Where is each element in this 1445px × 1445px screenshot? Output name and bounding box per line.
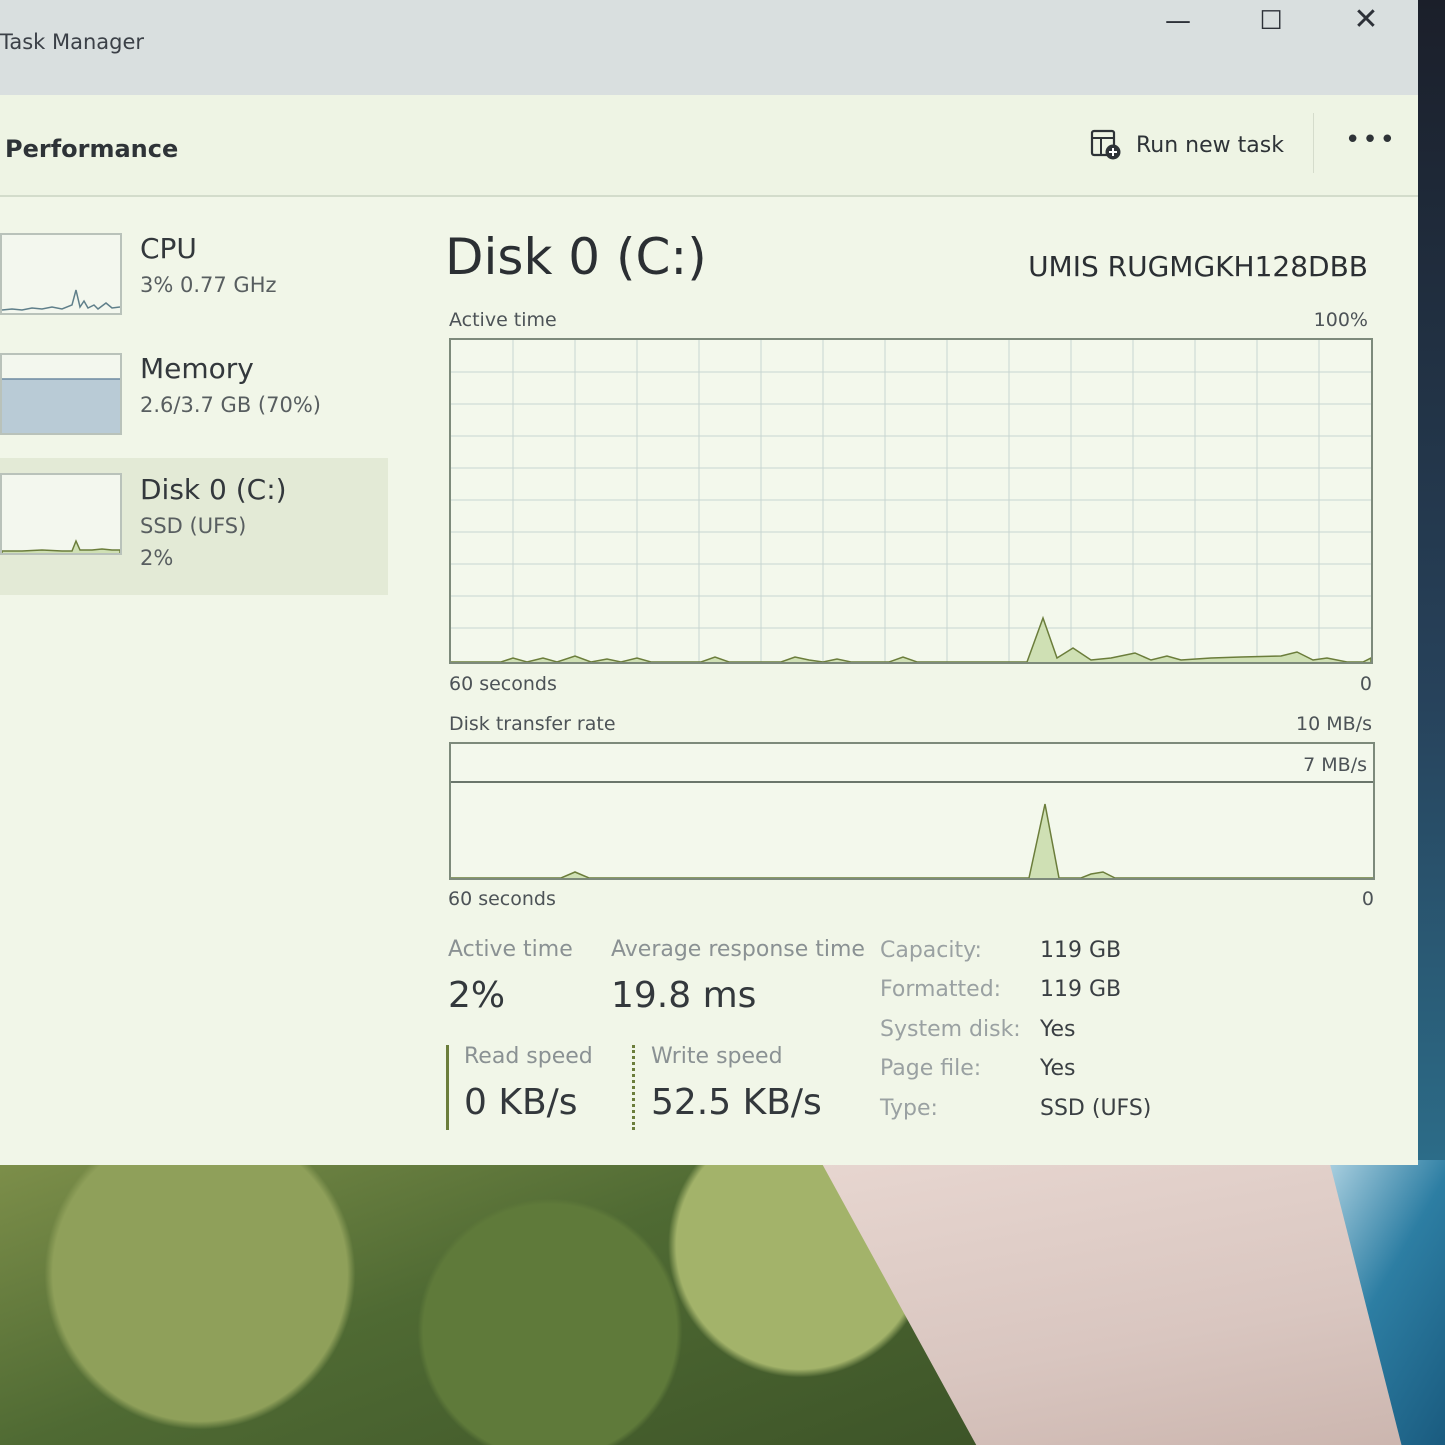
task-manager-window: Task Manager — ☐ ✕ Performance Run new t… (0, 0, 1418, 1165)
transfer-rate-line-label: 7 MB/s (1303, 754, 1367, 776)
disk-model: UMIS RUGMGKH128DBB (1028, 250, 1368, 283)
transfer-rate-graph: 7 MB/s (449, 742, 1375, 880)
type-value: SSD (UFS) (1040, 1096, 1152, 1121)
run-new-task-label: Run new task (1136, 132, 1284, 158)
sidebar-item-disk0[interactable]: Disk 0 (C:) SSD (UFS) 2% (0, 458, 388, 595)
active-time-value: 2% (448, 975, 506, 1016)
cpu-thumbnail-graph (0, 233, 122, 315)
disk-thumbnail-graph (0, 473, 122, 555)
avg-response-time-label: Average response time (611, 937, 865, 962)
capacity-value: 119 GB (1040, 938, 1122, 963)
read-speed-indicator (446, 1045, 449, 1130)
transfer-rate-graph-max: 10 MB/s (1296, 713, 1372, 735)
write-speed-label: Write speed (651, 1044, 783, 1069)
write-speed-indicator (632, 1045, 635, 1130)
read-speed-label: Read speed (464, 1044, 593, 1069)
transfer-rate-graph-span: 60 seconds (448, 888, 556, 910)
active-time-graph-max: 100% (1313, 309, 1368, 331)
sidebar-disk-type: SSD (UFS) (140, 514, 247, 538)
background-window-edge (1418, 0, 1445, 1160)
sidebar-memory-detail: 2.6/3.7 GB (70%) (140, 393, 321, 417)
transfer-rate-graph-min: 0 (1361, 888, 1374, 910)
capacity-label: Capacity: (880, 938, 982, 963)
active-time-graph-min: 0 (1359, 673, 1372, 695)
more-options-button[interactable]: ••• (1345, 125, 1397, 155)
type-label: Type: (880, 1096, 938, 1121)
system-disk-value: Yes (1040, 1017, 1076, 1042)
active-time-graph-span: 60 seconds (449, 673, 557, 695)
minimize-button[interactable]: — (1158, 6, 1198, 36)
command-bar: Performance Run new task ••• (0, 95, 1418, 197)
memory-thumbnail-graph (0, 353, 122, 435)
read-speed-value: 0 KB/s (464, 1082, 578, 1123)
sidebar-item-cpu[interactable]: CPU 3% 0.77 GHz (0, 220, 388, 345)
desktop-wallpaper (0, 1160, 1445, 1445)
window-title: Task Manager (0, 30, 145, 54)
close-button[interactable]: ✕ (1346, 2, 1386, 37)
sidebar-disk-usage: 2% (140, 546, 174, 570)
sidebar-cpu-detail: 3% 0.77 GHz (140, 273, 277, 297)
write-speed-value: 52.5 KB/s (651, 1082, 822, 1123)
page-file-value: Yes (1040, 1056, 1076, 1081)
sidebar-item-memory[interactable]: Memory 2.6/3.7 GB (70%) (0, 340, 388, 465)
formatted-label: Formatted: (880, 977, 1002, 1002)
page-title: Performance (5, 135, 179, 163)
avg-response-time-value: 19.8 ms (611, 975, 757, 1016)
active-time-graph (449, 338, 1373, 664)
transfer-rate-graph-label: Disk transfer rate (449, 713, 616, 735)
formatted-value: 119 GB (1040, 977, 1122, 1002)
disk-title: Disk 0 (C:) (445, 228, 707, 286)
sidebar-disk-name: Disk 0 (C:) (140, 473, 287, 506)
active-time-graph-label: Active time (449, 309, 557, 331)
sidebar-cpu-name: CPU (140, 232, 197, 265)
command-separator (1313, 113, 1314, 173)
active-time-label: Active time (448, 937, 573, 962)
sidebar-memory-name: Memory (140, 352, 254, 385)
run-new-task-button[interactable]: Run new task (1090, 125, 1284, 165)
page-file-label: Page file: (880, 1056, 982, 1081)
system-disk-label: System disk: (880, 1017, 1021, 1042)
maximize-button[interactable]: ☐ (1251, 6, 1291, 36)
title-bar[interactable]: Task Manager — ☐ ✕ (0, 0, 1418, 95)
run-task-icon (1090, 129, 1121, 160)
